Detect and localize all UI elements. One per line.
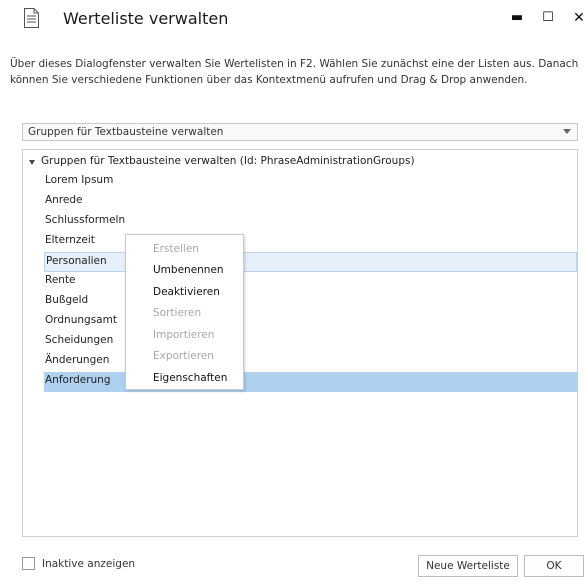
tree-root-label: Gruppen für Textbausteine verwalten (Id:…	[41, 155, 415, 167]
tree-item-highlighted[interactable]: Personalien	[44, 252, 577, 272]
menu-item-deaktivieren[interactable]: Deaktivieren	[153, 286, 220, 298]
tree-item[interactable]: Anrede	[44, 192, 577, 212]
list-select-value: Gruppen für Textbausteine verwalten	[28, 126, 224, 138]
close-button[interactable]: ✕	[569, 8, 584, 28]
description-line: Über dieses Dialogfenster verwalten Sie …	[10, 58, 579, 70]
menu-item-importieren: Importieren	[153, 329, 215, 341]
show-inactive-checkbox[interactable]	[22, 557, 35, 570]
tree-item[interactable]: Ordnungsamt	[44, 312, 577, 332]
document-list-icon	[24, 8, 39, 28]
maximize-button[interactable]: ☐	[538, 8, 558, 28]
window-title: Werteliste verwalten	[63, 9, 229, 28]
tree-item-label: Lorem Ipsum	[45, 174, 114, 186]
list-select-dropdown[interactable]: Gruppen für Textbausteine verwalten	[22, 123, 578, 141]
tree-item[interactable]: Lorem Ipsum	[44, 172, 577, 192]
tree-item-selected[interactable]: Anforderung	[44, 372, 577, 392]
tree-item-label: Schlussformeln	[45, 214, 126, 226]
expand-triangle-icon[interactable]	[29, 160, 35, 165]
context-menu: Erstellen Umbenennen Deaktivieren Sortie…	[125, 234, 244, 390]
tree-item-label: Personalien	[46, 255, 107, 267]
tree-item[interactable]: Schlussformeln	[44, 212, 577, 232]
tree-item-label: Scheidungen	[45, 334, 114, 346]
tree-item-label: Änderungen	[45, 354, 110, 366]
menu-item-erstellen: Erstellen	[153, 243, 199, 255]
new-value-list-button[interactable]: Neue Werteliste	[418, 555, 518, 577]
tree-item[interactable]: Elternzeit	[44, 232, 577, 252]
chevron-down-icon	[563, 129, 571, 134]
menu-item-exportieren: Exportieren	[153, 350, 214, 362]
tree-item[interactable]: Rente	[44, 272, 577, 292]
tree-item-label: Ordnungsamt	[45, 314, 117, 326]
tree-item-label: Elternzeit	[45, 234, 95, 246]
tree-item-label: Anforderung	[45, 374, 111, 386]
menu-item-umbenennen[interactable]: Umbenennen	[153, 264, 224, 276]
title-bar: Werteliste verwalten ▬ ☐ ✕	[0, 0, 584, 38]
menu-item-eigenschaften[interactable]: Eigenschaften	[153, 372, 227, 384]
tree-item[interactable]: Scheidungen	[44, 332, 577, 352]
minimize-button[interactable]: ▬	[507, 8, 527, 28]
description-line: können Sie verschiedene Funktionen über …	[10, 74, 528, 86]
ok-button[interactable]: OK	[524, 555, 584, 577]
value-list-tree[interactable]: Gruppen für Textbausteine verwalten (Id:…	[22, 149, 578, 537]
tree-root-node[interactable]: Gruppen für Textbausteine verwalten (Id:…	[23, 154, 577, 172]
tree-item[interactable]: Bußgeld	[44, 292, 577, 312]
show-inactive-label: Inaktive anzeigen	[42, 558, 136, 570]
tree-item[interactable]: Änderungen	[44, 352, 577, 372]
tree-item-label: Bußgeld	[45, 294, 89, 306]
tree-item-label: Rente	[45, 274, 76, 286]
dialog-description: Über dieses Dialogfenster verwalten Sie …	[10, 56, 584, 88]
menu-item-sortieren: Sortieren	[153, 307, 202, 319]
tree-item-label: Anrede	[45, 194, 83, 206]
